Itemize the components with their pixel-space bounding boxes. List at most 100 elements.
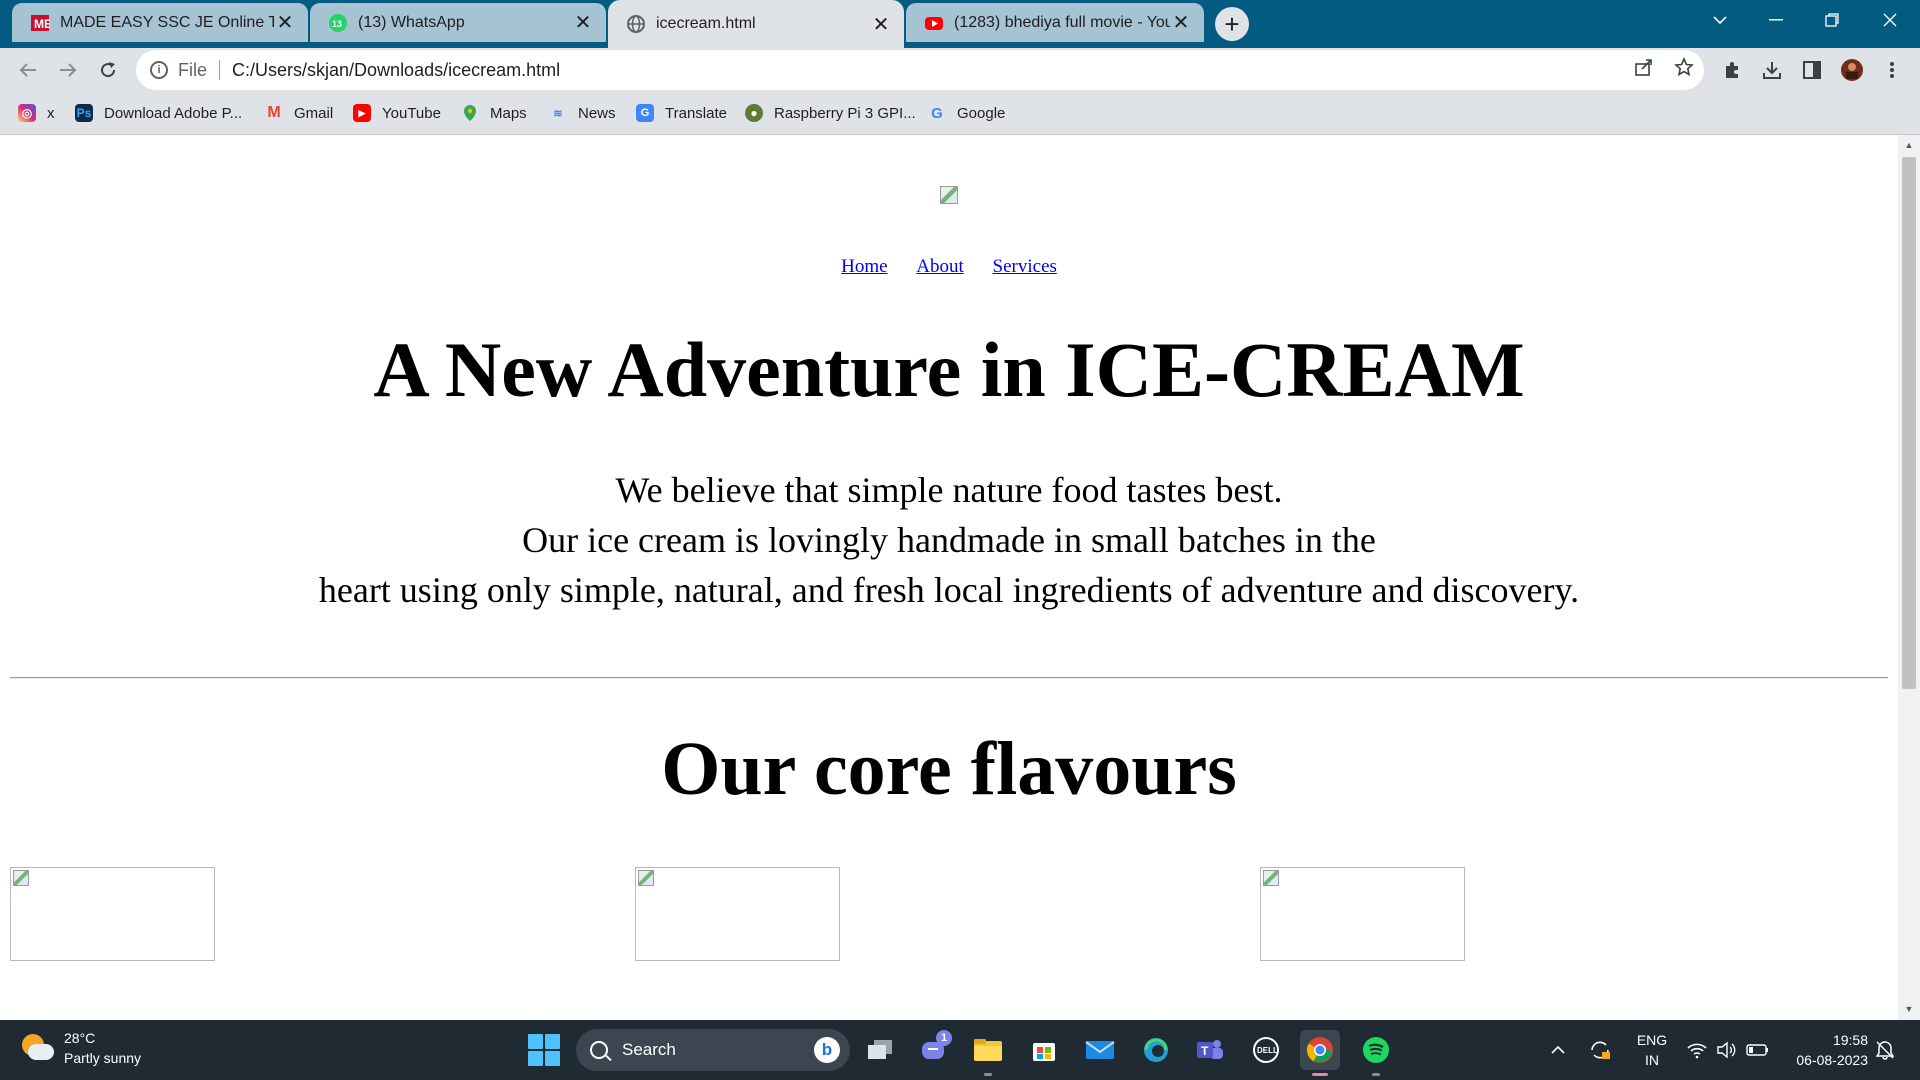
microsoft-store-icon[interactable] [1024, 1030, 1064, 1070]
volume-icon[interactable] [1716, 1020, 1738, 1080]
back-arrow-icon[interactable] [12, 54, 44, 86]
tab-title: icecream.html [656, 15, 756, 32]
file-explorer-icon[interactable] [968, 1030, 1008, 1076]
forward-arrow-icon[interactable] [52, 54, 84, 86]
spotify-icon[interactable] [1356, 1030, 1396, 1076]
lang-top: ENG [1636, 1032, 1668, 1048]
scrollbar-thumb[interactable] [1902, 157, 1916, 689]
tab-strip: ME MADE EASY SSC JE Online Test Se ✕ 13 … [0, 0, 1920, 48]
reload-icon[interactable] [92, 54, 124, 86]
whatsapp-icon: 13 [328, 13, 348, 33]
globe-icon [626, 14, 646, 34]
instagram-icon: ◎ [18, 104, 36, 122]
vertical-scrollbar[interactable]: ▲ ▼ [1898, 135, 1920, 1020]
hero-title: A New Adventure in ICE-CREAM [373, 326, 1525, 413]
teams-chat-icon[interactable]: 1 [914, 1030, 954, 1070]
close-icon[interactable]: ✕ [870, 13, 892, 36]
svg-text:ME: ME [34, 17, 50, 31]
tab-made-easy[interactable]: ME MADE EASY SSC JE Online Test Se ✕ [12, 3, 308, 42]
close-icon[interactable]: ✕ [572, 12, 594, 34]
bookmark-news[interactable]: ≋ News [549, 101, 616, 125]
bookmark-adobe[interactable]: Ps Download Adobe P... [75, 101, 242, 125]
search-icon [590, 1041, 608, 1059]
taskbar-search[interactable]: Search b [576, 1029, 850, 1071]
show-hidden-icons-chevron-icon[interactable] [1550, 1020, 1566, 1080]
menu-kebab-icon[interactable] [1876, 54, 1908, 86]
battery-icon[interactable] [1746, 1020, 1770, 1080]
tab-search-chevron-icon[interactable] [1692, 0, 1748, 40]
raspberry-pi-icon: ● [745, 104, 763, 122]
weather-widget[interactable]: 28°C Partly sunny [20, 1028, 141, 1068]
broken-logo-image [940, 186, 960, 206]
edge-icon[interactable] [1136, 1030, 1176, 1070]
dell-icon[interactable]: DELL [1246, 1030, 1286, 1070]
bookmark-translate[interactable]: G Translate [636, 101, 727, 125]
chat-badge: 1 [936, 1030, 952, 1046]
bookmark-label: Google [957, 104, 1006, 122]
bookmark-youtube[interactable]: ▶ YouTube [353, 101, 441, 125]
teams-icon[interactable]: T [1190, 1030, 1230, 1070]
minimize-icon[interactable] [1748, 0, 1804, 40]
input-language[interactable]: ENG IN [1636, 1030, 1668, 1070]
address-separator [219, 60, 221, 80]
broken-image-icon [1263, 870, 1279, 886]
nav-link-home[interactable]: Home [841, 256, 887, 277]
sync-icon[interactable] [1588, 1020, 1612, 1080]
nav-link-about[interactable]: About [916, 256, 964, 277]
tab-title: MADE EASY SSC JE Online Test Se [60, 13, 274, 31]
start-button-windows-icon[interactable] [528, 1034, 560, 1066]
side-panel-icon[interactable] [1796, 54, 1828, 86]
mail-icon[interactable] [1080, 1030, 1120, 1070]
close-icon[interactable]: ✕ [274, 12, 296, 34]
scroll-down-arrow-icon[interactable]: ▼ [1898, 1001, 1920, 1017]
tab-icecream[interactable]: icecream.html ✕ [608, 0, 904, 48]
extensions-puzzle-icon[interactable] [1716, 54, 1748, 86]
youtube-icon [924, 13, 944, 33]
whatsapp-badge: 13 [332, 19, 342, 29]
task-view-icon[interactable] [860, 1030, 900, 1070]
notifications-bell-icon[interactable] [1874, 1020, 1896, 1080]
share-icon[interactable] [1624, 58, 1664, 82]
system-clock[interactable]: 19:58 06-08-2023 [1788, 1030, 1868, 1070]
bookmark-raspberry-pi[interactable]: ● Raspberry Pi 3 GPI... [745, 101, 916, 125]
bookmark-star-icon[interactable] [1664, 56, 1704, 83]
windows-taskbar: 28°C Partly sunny Search b 1 T DELL ENG … [0, 1020, 1920, 1080]
bookmark-gmail[interactable]: M Gmail [265, 101, 333, 125]
scroll-up-arrow-icon[interactable]: ▲ [1898, 137, 1920, 153]
search-label: Search [622, 1040, 676, 1059]
clock-date: 06-08-2023 [1796, 1052, 1868, 1068]
profile-avatar[interactable] [1836, 54, 1868, 86]
bing-icon[interactable]: b [814, 1037, 840, 1063]
weather-temp: 28°C [64, 1030, 96, 1046]
web-page: Home About Services A New Adventure in I… [0, 135, 1898, 1020]
close-icon[interactable]: ✕ [1170, 12, 1192, 34]
broken-image-icon [13, 870, 29, 886]
broken-image-icon [940, 186, 958, 204]
bookmark-google[interactable]: G Google [928, 101, 1005, 125]
bookmark-instagram[interactable]: ◎ x [18, 101, 55, 125]
restore-icon[interactable] [1804, 0, 1860, 40]
bookmark-label: YouTube [382, 104, 441, 122]
download-icon[interactable] [1756, 54, 1788, 86]
window-close-icon[interactable] [1862, 0, 1918, 40]
gmail-icon: M [267, 104, 281, 121]
translate-icon: G [636, 104, 654, 122]
tab-whatsapp[interactable]: 13 (13) WhatsApp ✕ [310, 3, 606, 42]
site-nav: Home About Services [0, 256, 1898, 278]
tab-title: (13) WhatsApp [358, 13, 465, 31]
hero-line: We believe that simple nature food taste… [615, 470, 1283, 510]
hero-line: Our ice cream is lovingly handmade in sm… [522, 520, 1376, 560]
address-url[interactable]: C:/Users/skjan/Downloads/icecream.html [232, 60, 560, 81]
wifi-icon[interactable] [1686, 1020, 1708, 1080]
bookmark-label: x [47, 104, 55, 122]
bookmark-label: News [578, 104, 616, 122]
site-info-icon[interactable]: i [150, 61, 168, 79]
bookmark-maps[interactable]: Maps [461, 101, 527, 125]
new-tab-button[interactable]: + [1215, 7, 1249, 41]
maps-icon [461, 104, 479, 122]
browser-toolbar: i File C:/Users/skjan/Downloads/icecream… [0, 48, 1920, 91]
tab-youtube[interactable]: (1283) bhediya full movie - YouTu ✕ [906, 3, 1204, 42]
address-bar[interactable]: i File C:/Users/skjan/Downloads/icecream… [136, 50, 1704, 90]
chrome-icon[interactable] [1300, 1030, 1340, 1076]
nav-link-services[interactable]: Services [993, 256, 1057, 277]
